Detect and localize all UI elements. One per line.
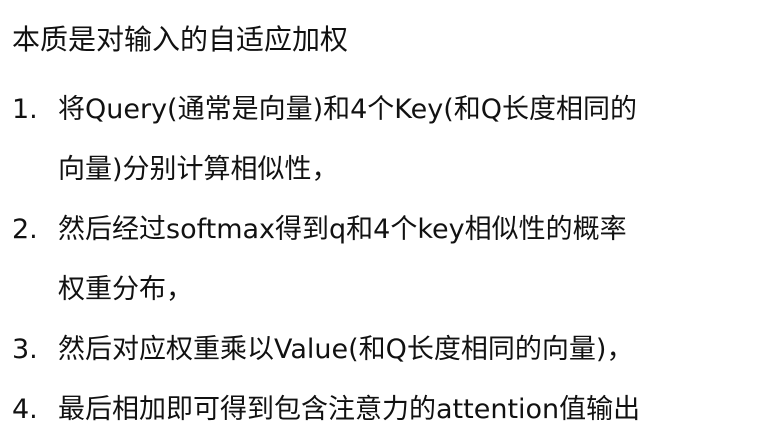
list-item-1-line-2: 向量)分别计算相似性， bbox=[58, 154, 339, 185]
numbered-list: 1. 将Query(通常是向量)和4个Key(和Q长度相同的 向量)分别计算相似… bbox=[12, 80, 762, 440]
list-item-2-line-2: 权重分布， bbox=[58, 274, 193, 305]
list-number-2: 2. bbox=[12, 214, 38, 245]
document-title: 本质是对输入的自适应加权 bbox=[12, 23, 349, 56]
list-item-3-line-1: 然后对应权重乘以Value(和Q长度相同的向量)， bbox=[58, 334, 634, 365]
list-number-4: 4. bbox=[12, 394, 38, 425]
list-item-2-line-1: 然后经过softmax得到q和4个key相似性的概率 bbox=[58, 214, 627, 245]
document: 本质是对输入的自适应加权 1. 将Query(通常是向量)和4个Key(和Q长度… bbox=[0, 0, 765, 437]
list-item-3: 3. 然后对应权重乘以Value(和Q长度相同的向量)， bbox=[12, 320, 762, 380]
list-item-4: 4. 最后相加即可得到包含注意力的attention值输出 bbox=[12, 380, 762, 440]
list-item-1: 1. 将Query(通常是向量)和4个Key(和Q长度相同的 向量)分别计算相似… bbox=[12, 80, 762, 200]
list-number-3: 3. bbox=[12, 334, 38, 365]
list-item-4-line-1: 最后相加即可得到包含注意力的attention值输出 bbox=[58, 394, 641, 425]
list-item-2: 2. 然后经过softmax得到q和4个key相似性的概率 权重分布， bbox=[12, 200, 762, 320]
list-item-1-line-1: 将Query(通常是向量)和4个Key(和Q长度相同的 bbox=[58, 94, 638, 125]
list-number-1: 1. bbox=[12, 94, 38, 125]
